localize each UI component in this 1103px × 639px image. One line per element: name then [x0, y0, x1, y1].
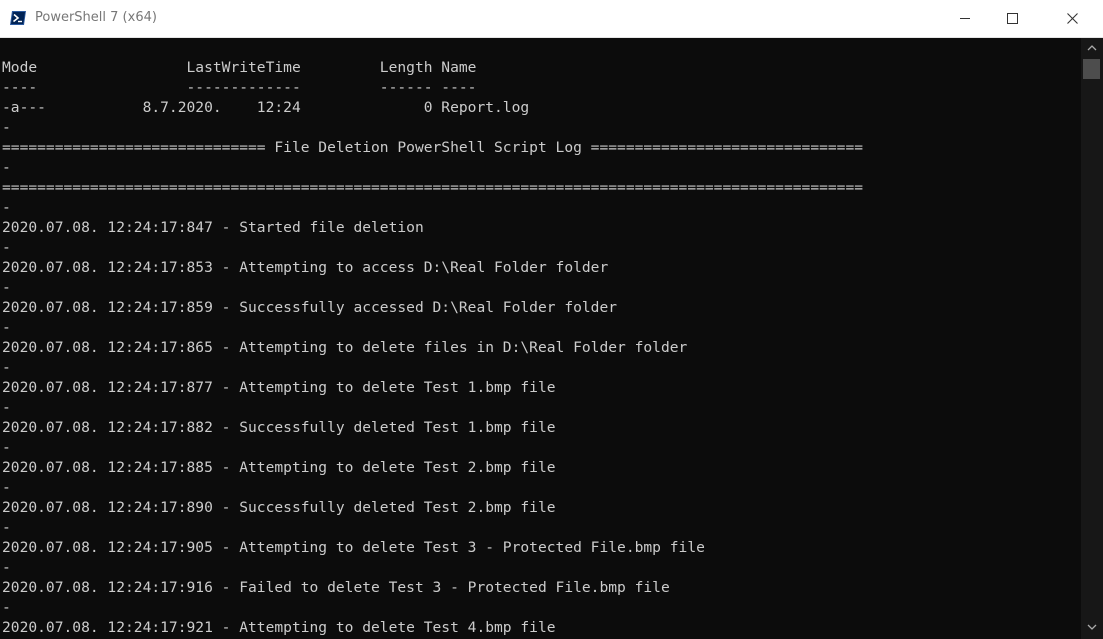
console-line: 2020.07.08. 12:24:17:905 - Attempting to… [2, 539, 705, 556]
console-line: - [2, 359, 11, 376]
console-line: - [2, 239, 11, 256]
console-line: - [2, 199, 11, 216]
console-line: ---- ------------- ------ ---- [2, 79, 477, 96]
vertical-scrollbar[interactable] [1081, 38, 1103, 639]
console-output[interactable]: Mode LastWriteTime Length Name ---- ----… [0, 38, 1081, 639]
close-icon [1067, 13, 1078, 24]
console-line: - [2, 559, 11, 576]
scroll-thumb[interactable] [1083, 59, 1100, 79]
console-line: - [2, 159, 11, 176]
console-line: 2020.07.08. 12:24:17:853 - Attempting to… [2, 259, 609, 276]
scroll-up-button[interactable] [1081, 38, 1103, 58]
console-line: 2020.07.08. 12:24:17:916 - Failed to del… [2, 579, 670, 596]
scroll-up-arrow-icon [1087, 45, 1097, 51]
powershell-window: PowerShell 7 (x64) Mode LastWriteTime Le… [0, 0, 1103, 639]
powershell-icon [10, 11, 26, 25]
minimize-button[interactable] [942, 0, 988, 37]
console-line: 2020.07.08. 12:24:17:847 - Started file … [2, 219, 424, 236]
title-bar[interactable]: PowerShell 7 (x64) [0, 0, 1103, 38]
console-line: - [2, 399, 11, 416]
scroll-down-button[interactable] [1081, 618, 1103, 638]
console-line: 2020.07.08. 12:24:17:921 - Attempting to… [2, 619, 556, 636]
console-line: 2020.07.08. 12:24:17:877 - Attempting to… [2, 379, 556, 396]
console-line: Mode LastWriteTime Length Name [2, 59, 477, 76]
console-line: ========================================… [2, 179, 864, 196]
console-line: 2020.07.08. 12:24:17:882 - Successfully … [2, 419, 556, 436]
close-button[interactable] [1049, 0, 1095, 37]
console-line: 2020.07.08. 12:24:17:885 - Attempting to… [2, 459, 556, 476]
console-line: - [2, 519, 11, 536]
console-line: - [2, 279, 11, 296]
maximize-button[interactable] [989, 0, 1035, 37]
console-line: ============================== File Dele… [2, 139, 864, 156]
console-line: - [2, 119, 11, 136]
console-line: - [2, 439, 11, 456]
console-line: -a--- 8.7.2020. 12:24 0 Report.log [2, 99, 530, 116]
maximize-icon [1007, 13, 1018, 24]
console-line: 2020.07.08. 12:24:17:890 - Successfully … [2, 499, 556, 516]
window-title: PowerShell 7 (x64) [35, 10, 157, 25]
minimize-icon [960, 18, 970, 19]
console-line: 2020.07.08. 12:24:17:859 - Successfully … [2, 299, 618, 316]
console-line: - [2, 479, 11, 496]
console-line: - [2, 599, 11, 616]
console-line: 2020.07.08. 12:24:17:865 - Attempting to… [2, 339, 688, 356]
console-line: - [2, 319, 11, 336]
scroll-down-arrow-icon [1087, 624, 1097, 630]
